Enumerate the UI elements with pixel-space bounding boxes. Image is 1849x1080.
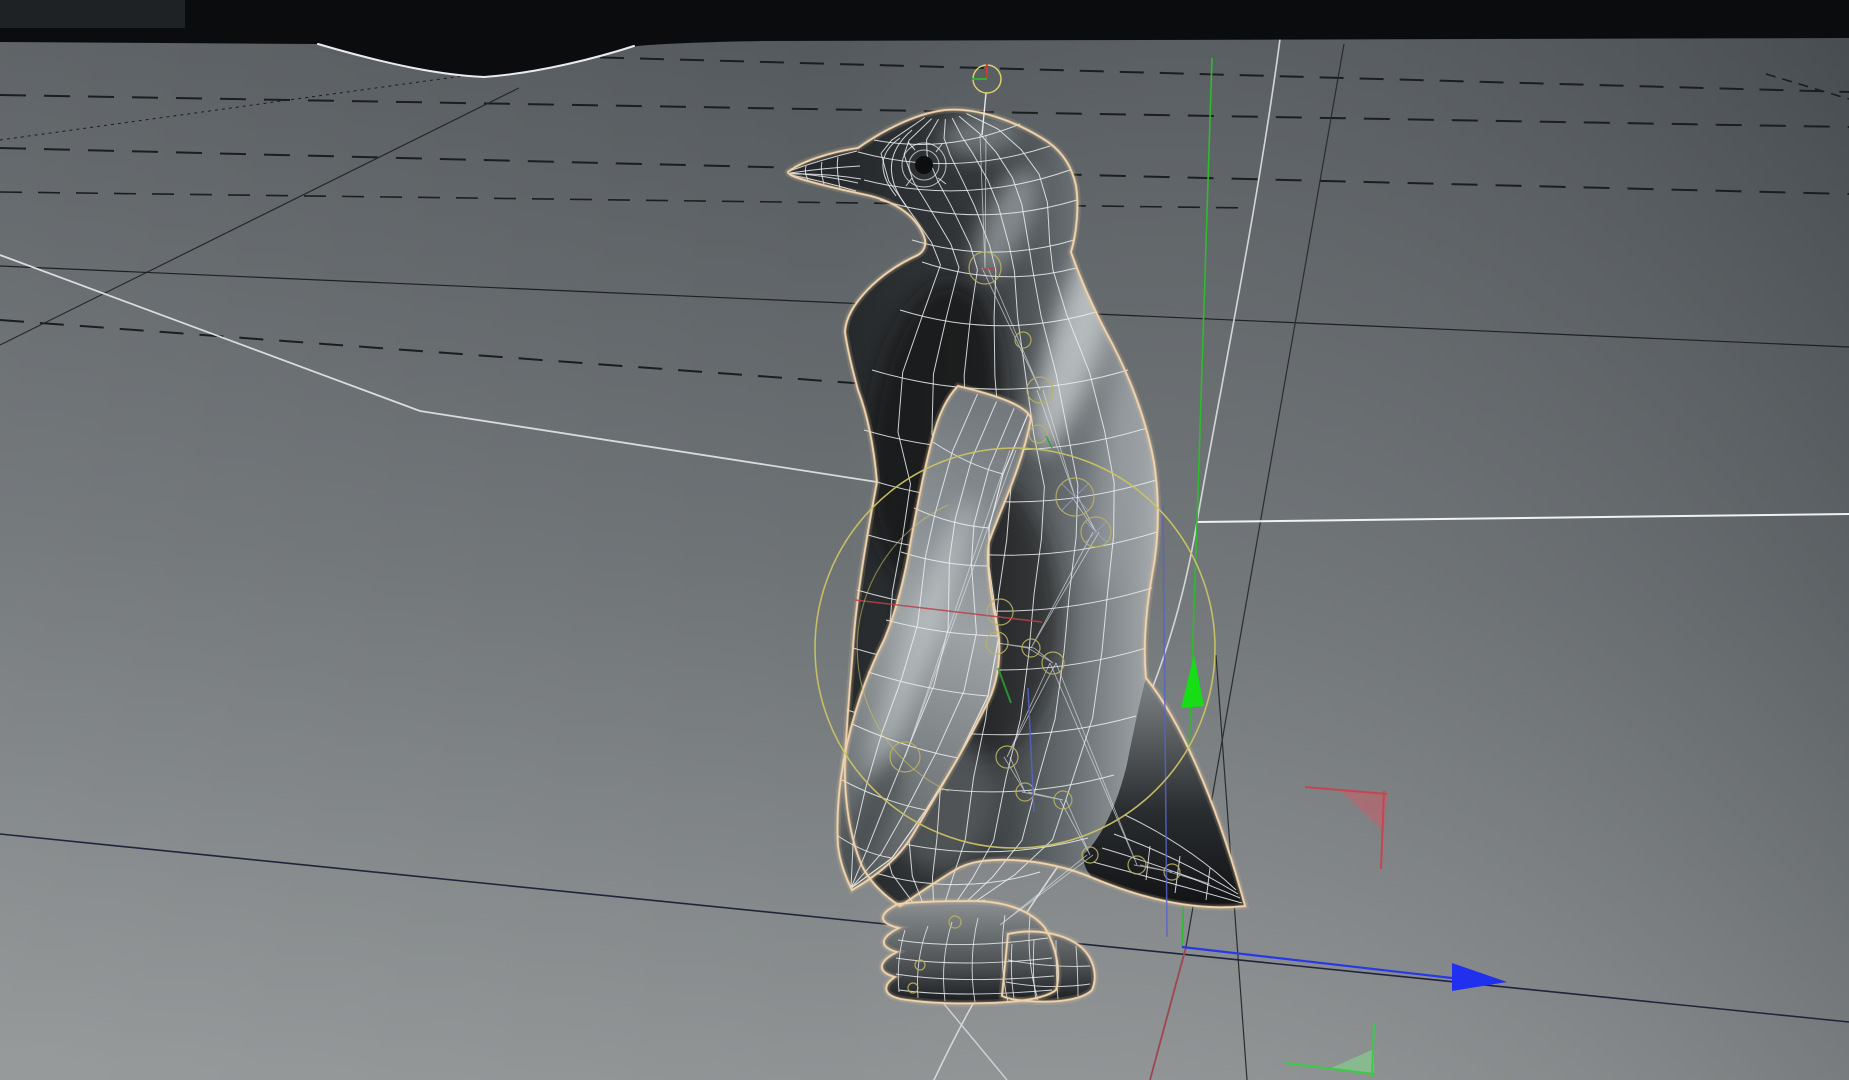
viewport-3d[interactable] [0,0,1849,1080]
penguin-eye [915,156,933,174]
scene-canvas [0,0,1849,1080]
